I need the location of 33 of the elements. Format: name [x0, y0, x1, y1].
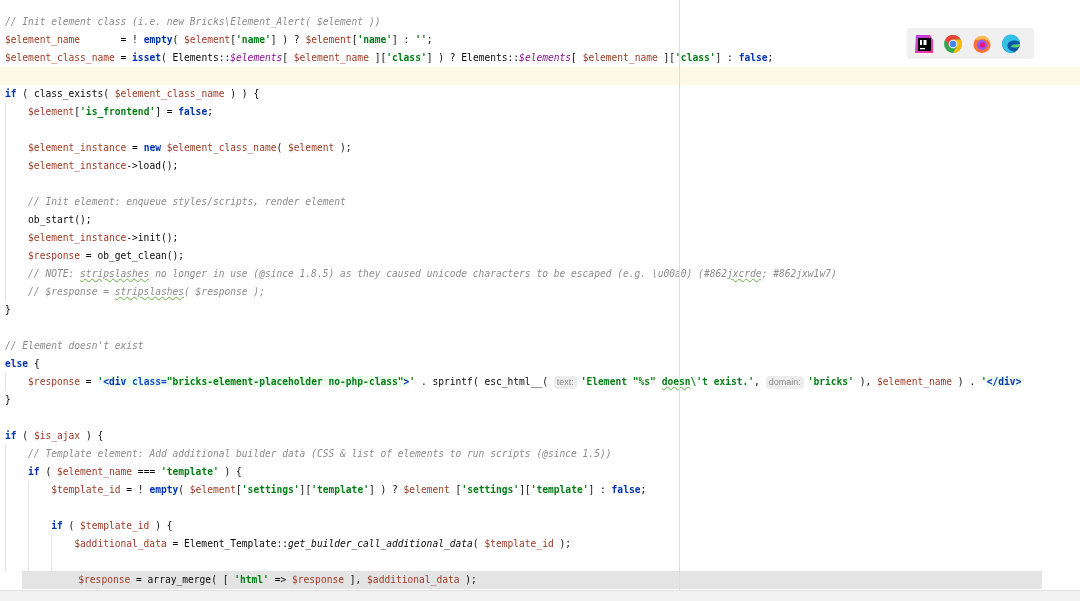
- code-line: $response = ob_get_clean();: [28, 249, 185, 264]
- code-line: $element_instance->init();: [28, 231, 179, 246]
- code-line: if ( class_exists( $element_class_name ) ) {: [5, 87, 260, 102]
- code-line: $response = array_merge( [ 'html' => $response ], $additional_data );: [78, 573, 477, 588]
- inlay-hint: domain:: [765, 375, 804, 389]
- code-line: if ( $is_ajax ) {: [5, 429, 104, 444]
- code-line: if ( $element_name === 'template' ) {: [28, 465, 242, 480]
- browser-icon[interactable]: [1001, 33, 1021, 54]
- code-line: // $response = stripslashes( $response );: [28, 285, 265, 299]
- inlay-hint: text:: [553, 375, 577, 389]
- code-line: else {: [5, 357, 40, 371]
- code-line: // Template element: Add additional builder data (CSS & list of elements to run scripts (@since 1.5)): [28, 447, 612, 461]
- code-line: $element_class_name = isset( Elements::$elements[ $element_name ]['class'] ) ? Elements::$elements[ $element_name ]['class'] : false;: [5, 51, 774, 66]
- code-line: $element_instance = new $element_class_name( $element );: [28, 141, 352, 156]
- code-line: ob_start();: [28, 213, 92, 228]
- code-line: // Element doesn't exist: [5, 339, 144, 353]
- code-line: // NOTE: stripslashes no longer in use (@since 1.8.5) as they caused unicode characters to be escaped (e.g. \u00a0) (#862jxcrde; #862jxw1w7): [28, 267, 837, 281]
- code-line: $template_id = ! empty( $element['settings']['template'] ) ? $element ['settings']['template'] : false;: [51, 483, 647, 498]
- code-line: // Init element class (i.e. new Bricks\Element_Alert( $element )): [5, 15, 381, 30]
- app-logo-icon[interactable]: [914, 33, 934, 54]
- browser-icon[interactable]: [943, 33, 963, 54]
- code-line: // Init element: enqueue styles/scripts, render element: [28, 195, 346, 209]
- code-line: }: [5, 393, 11, 407]
- code-text: 'Element "%s" doesn\'t exist.',: [580, 375, 761, 389]
- browser-icon[interactable]: [972, 33, 992, 54]
- code-line: $element['is_frontend'] = false;: [28, 105, 213, 120]
- code-line: $element_instance->load();: [28, 159, 179, 174]
- code-line: $additional_data = Element_Template::get_builder_call_additional_data( $template_id );: [74, 537, 572, 552]
- code-line: if ( $template_id ) {: [51, 519, 173, 534]
- code-line: }: [5, 303, 11, 317]
- code-text: $response = '<div class="bricks-element-placeholder no-php-class">' . sprintf( esc_html__(: [28, 375, 549, 390]
- code-text: 'bricks' ), $element_name ) . '</div>: [807, 375, 1022, 390]
- code-line: $element_name = ! empty( $element['name'] ) ? $element['name'] : '';: [5, 33, 433, 48]
